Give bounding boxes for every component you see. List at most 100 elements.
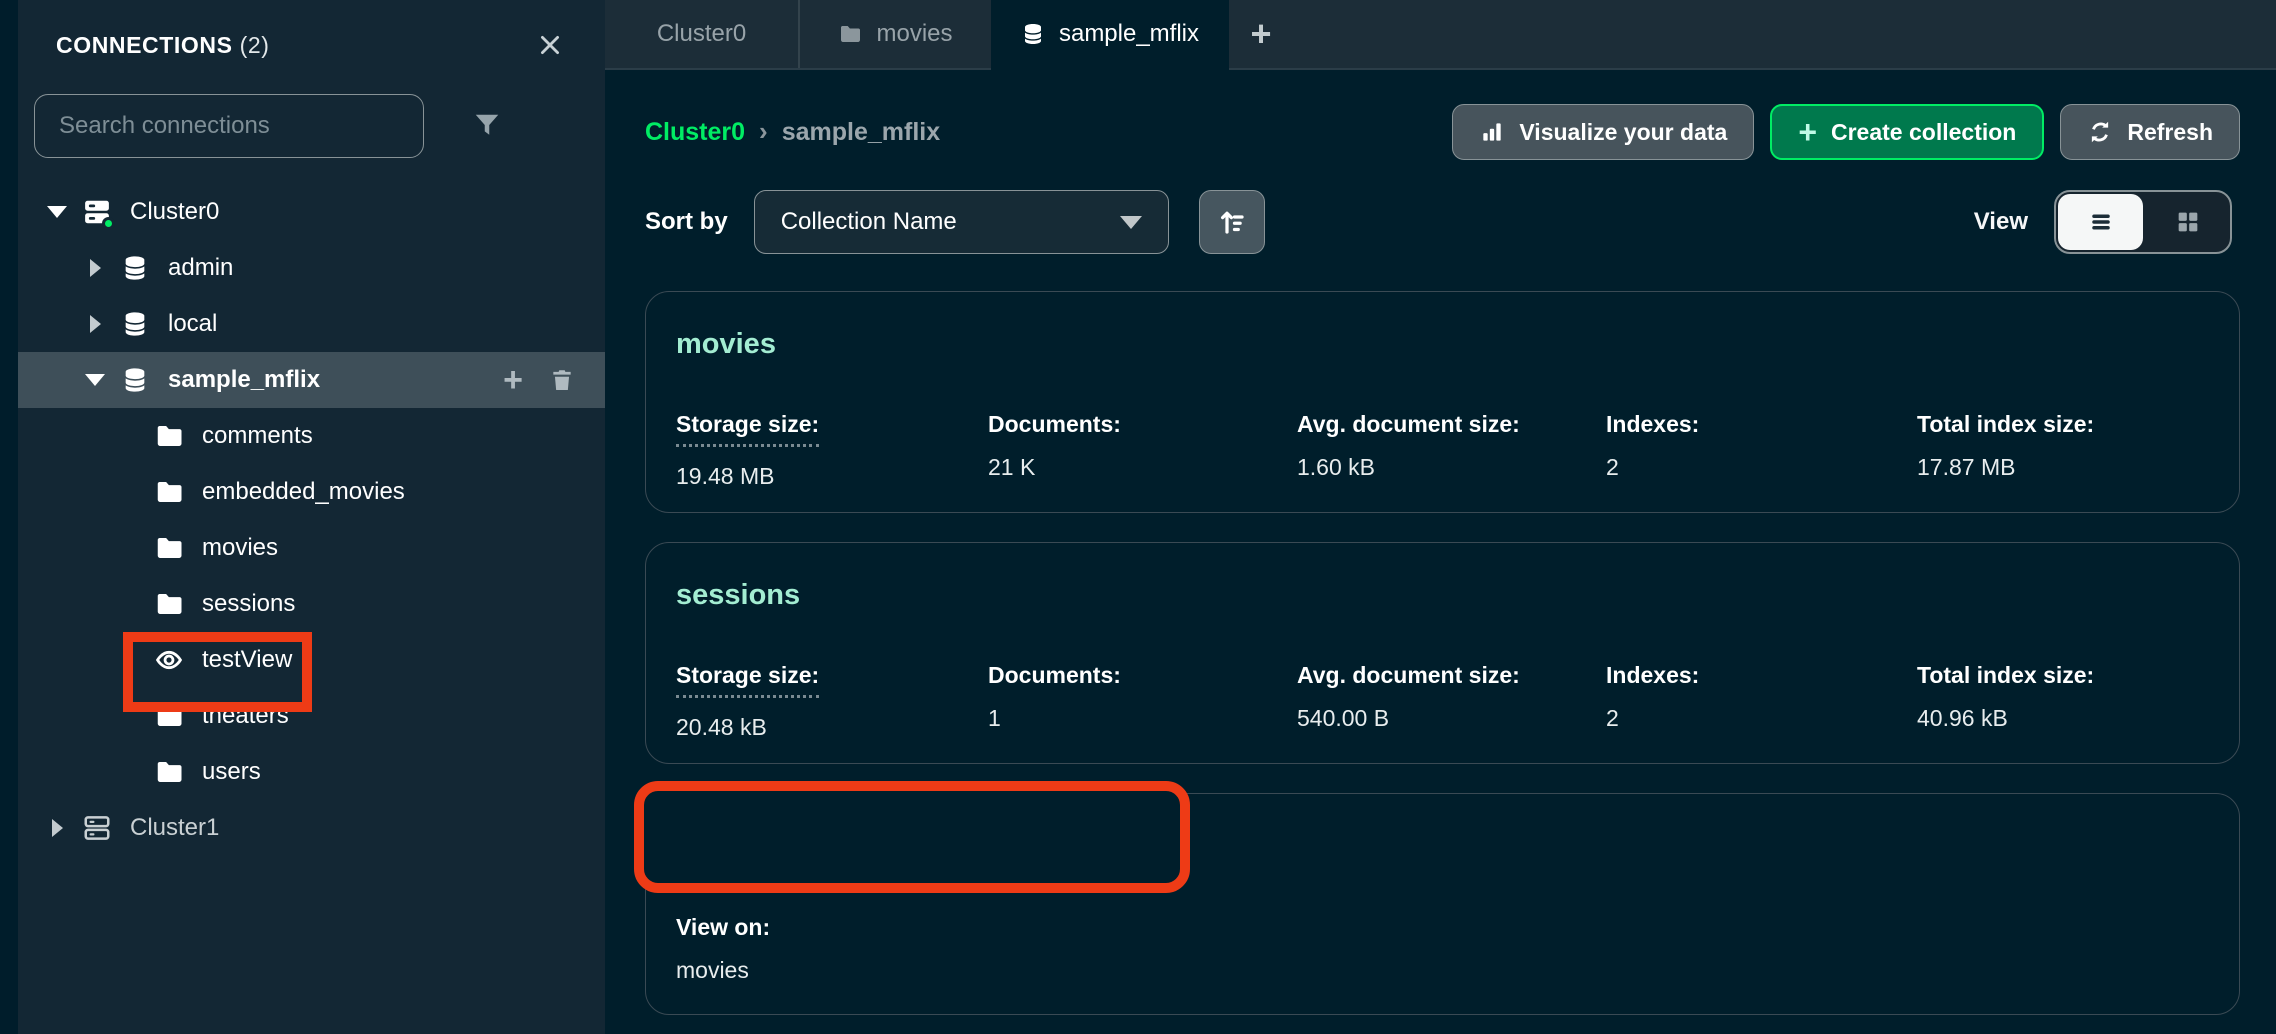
refresh-icon [2087,119,2113,145]
sidebar-item-cluster1[interactable]: Cluster1 [18,800,605,856]
tree-item-label: admin [168,254,233,282]
view-toggle-group: View [1974,190,2232,254]
folder-icon [838,22,862,46]
grid-icon [2174,208,2202,236]
connected-status-dot [102,217,115,230]
close-icon[interactable] [535,30,565,60]
sort-by-label: Sort by [645,208,728,236]
sidebar-item-comments[interactable]: comments [18,408,605,464]
add-collection-icon[interactable]: + [503,363,523,397]
stat-label: Avg. document size: [1297,662,1520,689]
sidebar-item-sessions[interactable]: sessions [18,576,605,632]
stat-label: Storage size: [676,662,819,698]
eye-icon [841,841,865,861]
compass-window: CONNECTIONS (2) Cluster0 [0,0,2276,1034]
stat-storage-size: Storage size: 20.48 kB [676,662,988,741]
stat-value: 1.60 kB [1297,454,1606,481]
collection-card-movies[interactable]: movies Storage size: 19.48 MB Documents:… [645,291,2240,513]
sort-ascending-icon [1217,207,1247,237]
stat-total-index-size: Total index size: 17.87 MB [1917,411,2209,490]
folder-icon [152,477,186,507]
sidebar-item-cluster0[interactable]: Cluster0 [18,184,605,240]
tree-item-label: sessions [202,590,295,618]
tab-sample-mflix[interactable]: sample_mflix [991,0,1229,70]
eye-icon [152,646,186,674]
stat-label: Documents: [988,411,1121,438]
sort-field-select[interactable]: Collection Name [754,190,1169,254]
server-icon [80,813,114,843]
connections-count: (2) [240,32,270,58]
caret-right-icon[interactable] [80,259,110,277]
collection-name-link[interactable]: sessions [676,579,800,612]
tab-movies[interactable]: movies [798,0,991,68]
breadcrumb-cluster-link[interactable]: Cluster0 [645,118,745,147]
tab-cluster0[interactable]: Cluster0 [605,0,798,68]
sidebar-item-sample-mflix[interactable]: sample_mflix + [18,352,605,408]
main-panel: Cluster0 movies sample_mflix + [605,0,2276,1034]
caret-down-icon[interactable] [80,374,110,386]
stat-avg-document-size: Avg. document size: 540.00 B [1297,662,1606,741]
collection-name-link[interactable]: movies [676,328,776,361]
connections-tree: Cluster0 admin local [18,184,605,856]
database-header-row: Cluster0 › sample_mflix Visualize your d… [645,104,2240,160]
row-actions: + [503,363,605,397]
folder-icon [152,421,186,451]
tree-item-label: movies [202,534,278,562]
plus-icon: + [1250,13,1271,55]
visualize-data-button[interactable]: Visualize your data [1452,104,1754,160]
refresh-button-label: Refresh [2127,119,2213,146]
filter-icon[interactable] [472,111,502,141]
stat-value: 19.48 MB [676,463,988,490]
stat-value: 20.48 kB [676,714,988,741]
search-input[interactable] [34,94,424,158]
collection-card-testview[interactable]: testView VIEW READ-ONLY [645,793,2240,1015]
create-button-label: Create collection [1831,119,2016,146]
refresh-button[interactable]: Refresh [2060,104,2240,160]
bar-chart-icon [1479,119,1505,145]
database-content: Cluster0 › sample_mflix Visualize your d… [605,104,2276,1015]
server-icon [80,197,114,227]
view-badge: VIEW [819,830,950,872]
sidebar-item-users[interactable]: users [18,744,605,800]
stat-label: Storage size: [676,411,819,447]
folder-icon [152,589,186,619]
sort-direction-button[interactable] [1199,190,1265,254]
stat-label: Indexes: [1606,411,1699,438]
create-collection-button[interactable]: + Create collection [1770,104,2044,160]
stat-view-on: View on: movies [676,914,2209,984]
new-tab-button[interactable]: + [1229,0,1293,68]
collection-card-sessions[interactable]: sessions Storage size: 20.48 kB Document… [645,542,2240,764]
stat-total-index-size: Total index size: 40.96 kB [1917,662,2209,741]
collection-cards-list: movies Storage size: 19.48 MB Documents:… [645,291,2240,1015]
stat-value: 1 [988,705,1297,732]
card-title-row: movies [676,328,2209,361]
tab-label: Cluster0 [657,20,746,48]
sidebar-item-embedded-movies[interactable]: embedded_movies [18,464,605,520]
stat-label: Total index size: [1917,411,2094,438]
sidebar-search-row [34,94,605,158]
stat-value: movies [676,957,2209,984]
chevron-down-icon [1120,216,1142,229]
tree-item-label: comments [202,422,313,450]
card-stats: Storage size: 20.48 kB Documents: 1 Avg.… [676,662,2209,741]
connections-sidebar: CONNECTIONS (2) Cluster0 [18,0,605,1034]
sidebar-item-theaters[interactable]: theaters [18,688,605,744]
sidebar-item-movies[interactable]: movies [18,520,605,576]
sidebar-item-testview[interactable]: testView [18,632,605,688]
trash-icon[interactable] [549,367,575,393]
sidebar-item-admin[interactable]: admin [18,240,605,296]
stat-value: 40.96 kB [1917,705,2209,732]
caret-right-icon[interactable] [80,315,110,333]
read-only-badge-label: READ-ONLY [998,840,1118,862]
grid-view-button[interactable] [2145,192,2230,252]
stat-label: Avg. document size: [1297,411,1520,438]
tree-item-label: theaters [202,702,289,730]
sidebar-item-local[interactable]: local [18,296,605,352]
chevron-right-icon: › [759,116,768,147]
stat-value: 21 K [988,454,1297,481]
view-label: View [1974,208,2028,236]
caret-down-icon[interactable] [42,206,72,218]
collection-name-link[interactable]: testView [676,835,793,868]
list-view-button[interactable] [2058,194,2143,250]
caret-right-icon[interactable] [42,819,72,837]
